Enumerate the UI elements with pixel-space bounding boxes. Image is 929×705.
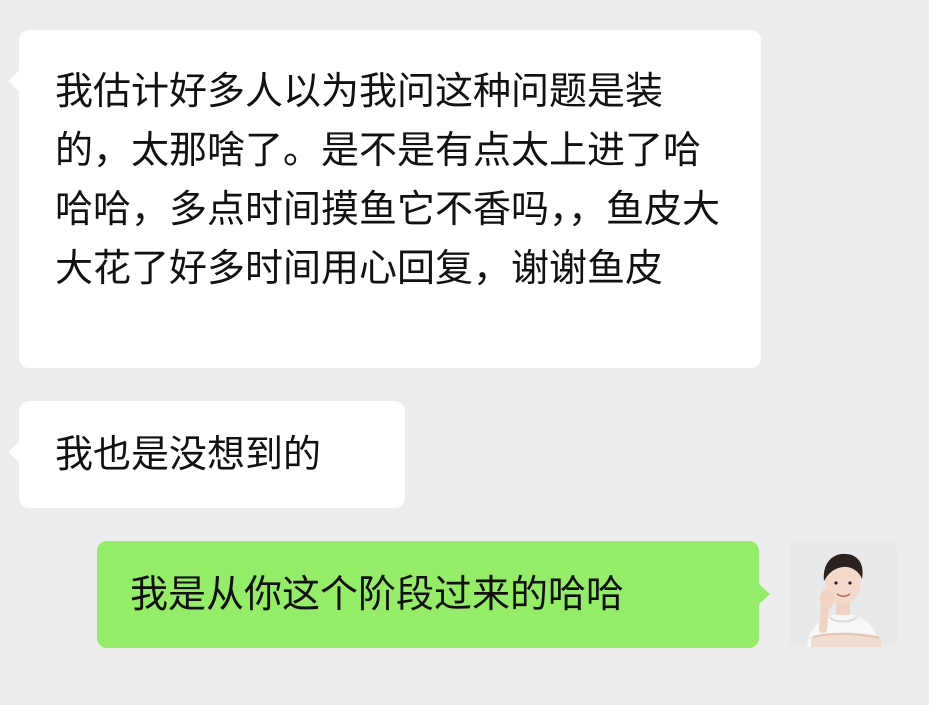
outgoing-message-bubble[interactable]: 我是从你这个阶段过来的哈哈: [97, 541, 770, 648]
user-avatar-icon: [789, 541, 897, 647]
incoming-message-bubble[interactable]: 我也是没想到的: [8, 401, 405, 508]
self-avatar[interactable]: [789, 541, 897, 647]
chat-message-list[interactable]: 我估计好多人以为我问这种问题是装的，太那啥了。是不是有点太上进了哈哈哈，多点时间…: [0, 0, 929, 705]
incoming-message-bubble[interactable]: 我估计好多人以为我问这种问题是装的，太那啥了。是不是有点太上进了哈哈哈，多点时间…: [8, 30, 761, 368]
